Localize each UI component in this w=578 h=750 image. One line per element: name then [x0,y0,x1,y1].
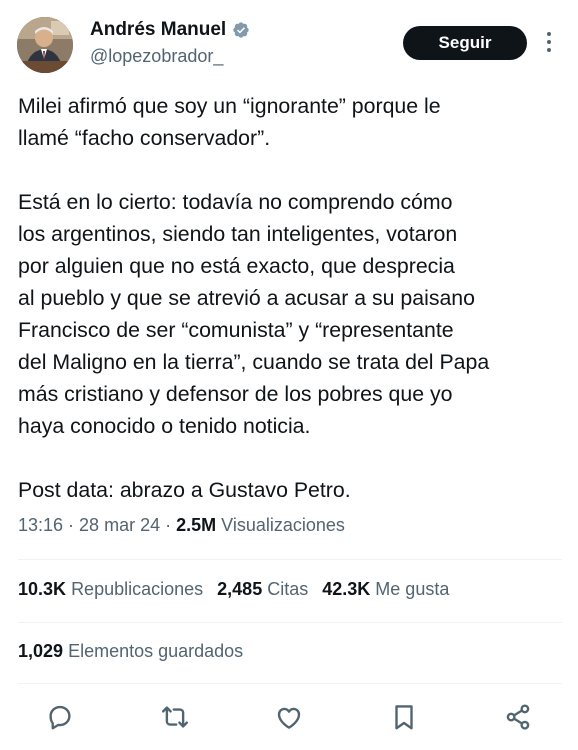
divider [18,683,562,684]
tweet-meta: 13:16 · 28 mar 24 · 2.5M Visualizaciones [18,515,345,536]
meta-separator: · [160,515,177,535]
author-name[interactable]: Andrés Manuel [90,19,250,41]
stat-bookmarks: 1,029 Elementos guardados [18,641,243,662]
divider [18,622,562,623]
quotes-count: 2,485 [217,579,263,599]
tweet-text: Milei afirmó que soy un “ignorante” porq… [18,94,490,502]
bookmark-icon[interactable] [389,702,419,732]
stat-quotes[interactable]: 2,485 Citas [217,579,308,600]
verified-badge-icon [233,22,249,38]
tweet-time[interactable]: 13:16 [18,515,63,535]
views-count: 2.5M [176,515,217,535]
avatar[interactable] [17,17,73,73]
divider [18,559,562,560]
likes-label: Me gusta [375,579,450,599]
engagement-stats: 10.3K Republicaciones 2,485 Citas 42.3K … [18,579,449,600]
meta-separator: · [63,515,80,535]
tweet-date[interactable]: 28 mar 24 [79,515,160,535]
more-options-icon[interactable] [541,28,557,58]
bookmarks-count: 1,029 [18,641,64,661]
stat-likes[interactable]: 42.3K Me gusta [322,579,449,600]
views-label: Visualizaciones [221,515,345,535]
author-handle[interactable]: @lopezobrador_ [90,46,223,67]
author-name-text[interactable]: Andrés Manuel [90,19,226,41]
quotes-label: Citas [267,579,309,599]
bookmarks-label: Elementos guardados [68,641,244,661]
reposts-label: Republicaciones [71,579,204,599]
stat-reposts[interactable]: 10.3K Republicaciones [18,579,203,600]
likes-count: 42.3K [322,579,371,599]
action-bar [0,694,578,740]
follow-button[interactable]: Seguir [403,26,527,60]
reply-icon[interactable] [45,702,75,732]
retweet-icon[interactable] [160,702,190,732]
reposts-count: 10.3K [18,579,67,599]
like-icon[interactable] [274,702,304,732]
share-icon[interactable] [503,702,533,732]
